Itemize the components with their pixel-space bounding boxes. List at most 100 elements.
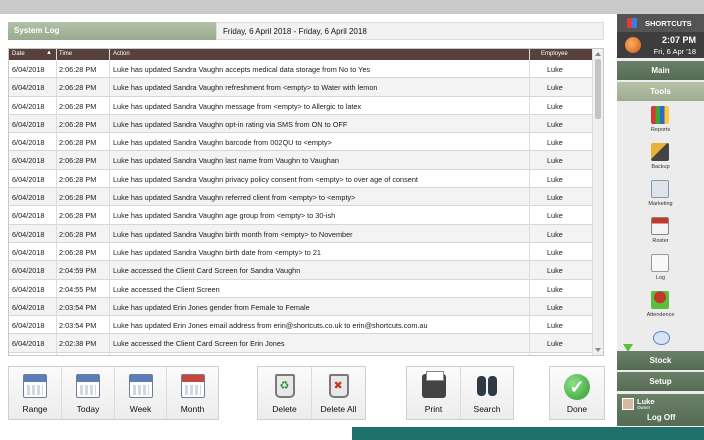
checkmark-icon: ✓ — [564, 374, 590, 400]
table-row[interactable]: 6/04/2018 2:02:38 PM Luke accessed the Cli… — [9, 334, 593, 353]
tool-log[interactable]: Log — [617, 252, 704, 288]
log-table: Date ▲ Time Action Employee 6/04/2018 2:0… — [8, 48, 604, 356]
table-row[interactable]: 6/04/2018 2:04:59 PM Luke accessed the Cli… — [9, 261, 593, 280]
current-date: Fri, 6 Apr '18 — [653, 47, 696, 56]
week-button[interactable]: Week — [115, 367, 167, 419]
nav-main-button[interactable]: Main — [617, 61, 704, 80]
table-row[interactable]: 6/04/2018 2:06:28 PM Luke has updated Sand… — [9, 243, 593, 262]
bottom-strip — [352, 427, 704, 440]
table-row[interactable]: 6/04/2018 2:06:28 PM Luke has updated Sand… — [9, 78, 593, 97]
table-row[interactable]: 6/04/2018 2:06:28 PM Luke has updated Sand… — [9, 206, 593, 225]
cell-action: Luke has updated Sandra Vaughn age group… — [113, 211, 336, 221]
nav-setup-button[interactable]: Setup — [617, 372, 704, 391]
user-box[interactable]: Luke Owner Log Off — [617, 394, 704, 426]
cell-date: 6/04/2018 — [12, 174, 45, 184]
calendar-range-icon — [23, 374, 47, 398]
scroll-down-icon[interactable] — [595, 348, 601, 352]
table-row[interactable]: 6/04/2018 2:03:54 PM Luke has updated Erin… — [9, 316, 593, 335]
month-label: Month — [180, 404, 205, 414]
cell-action: Luke has updated Sandra Vaughn barcode f… — [113, 138, 332, 148]
delete-button[interactable]: Delete — [258, 367, 312, 419]
col-header-action[interactable]: Action — [113, 51, 130, 57]
brand-bar: SHORTCUTS — [617, 14, 704, 32]
range-button[interactable]: Range — [9, 367, 62, 419]
done-group: ✓ Done — [549, 366, 605, 420]
cell-employee: Luke — [547, 247, 563, 257]
cell-date: 6/04/2018 — [12, 138, 45, 148]
window-top-strip — [0, 0, 704, 14]
search-button[interactable]: Search — [461, 367, 513, 419]
table-row[interactable]: 6/04/2018 2:06:28 PM Luke has updated Sand… — [9, 188, 593, 207]
cell-date: 6/04/2018 — [12, 266, 45, 276]
delete-group: Delete Delete All — [257, 366, 366, 420]
delete-all-button[interactable]: Delete All — [312, 367, 365, 419]
vertical-scrollbar[interactable] — [592, 49, 603, 355]
tool-attendence[interactable]: Attendence — [617, 289, 704, 325]
backup-icon — [651, 143, 669, 161]
cell-date: 6/04/2018 — [12, 65, 45, 74]
scroll-up-icon[interactable] — [595, 52, 601, 56]
scroll-thumb[interactable] — [595, 59, 601, 119]
print-search-group: Print Search — [406, 366, 514, 420]
chat-bubble-icon[interactable] — [653, 331, 670, 345]
table-row[interactable]: 6/04/2018 2:03:54 PM Luke has updated Erin… — [9, 297, 593, 317]
nav-stock-button[interactable]: Stock — [617, 351, 704, 370]
tool-reports[interactable]: Reports — [617, 104, 704, 140]
col-header-time[interactable]: Time — [59, 51, 72, 57]
bar-chart-icon — [651, 106, 669, 124]
date-range[interactable]: Friday, 6 April 2018 - Friday, 6 April 2… — [216, 22, 604, 40]
cell-action: Luke has updated Sandra Vaughn opt-in ra… — [113, 119, 348, 129]
table-row[interactable]: 6/04/2018 2:06:28 PM Luke has updated Sand… — [9, 224, 593, 243]
col-header-employee[interactable]: Employee — [541, 51, 568, 57]
table-row[interactable]: 6/04/2018 2:06:28 PM Luke has updated Sand… — [9, 170, 593, 189]
tool-label: Attendence — [646, 312, 675, 318]
table-row[interactable]: 6/04/2018 2:04:55 PM Luke accessed the Cli… — [9, 280, 593, 298]
calendar-week-icon — [128, 374, 153, 398]
table-row[interactable]: 6/04/2018 2:06:28 PM Luke has updated Sand… — [9, 133, 593, 152]
attendance-icon — [651, 291, 669, 309]
today-button[interactable]: Today — [62, 367, 115, 419]
tool-roster[interactable]: Roster — [617, 215, 704, 251]
done-label: Done — [566, 404, 588, 414]
cell-employee: Luke — [547, 101, 563, 111]
cell-employee: Luke — [547, 339, 563, 349]
cell-time: 2:06:28 PM — [59, 174, 97, 184]
recycle-bin-icon — [274, 374, 295, 398]
cell-action: Luke has updated Sandra Vaughn message f… — [113, 101, 362, 111]
cell-employee: Luke — [547, 156, 563, 166]
log-icon — [651, 254, 669, 272]
cell-action: Luke has updated Erin Jones gender from … — [113, 302, 310, 312]
cell-time: 2:06:28 PM — [59, 83, 97, 93]
cell-time: 2:02:38 PM — [59, 339, 97, 349]
table-row[interactable]: 6/04/2018 2:06:28 PM Luke has updated Sand… — [9, 114, 593, 134]
tool-backup[interactable]: Backup — [617, 141, 704, 177]
date-filter-group: Range Today Week Month — [8, 366, 219, 420]
cell-date: 6/04/2018 — [12, 229, 45, 239]
delete-all-bin-icon — [328, 374, 349, 398]
table-row[interactable]: 6/04/2018 2:06:28 PM Luke has updated Sand… — [9, 151, 593, 170]
cell-time: 2:06:28 PM — [59, 247, 97, 257]
log-header: System Log Friday, 6 April 2018 - Friday… — [8, 22, 604, 40]
current-time: 2:07 PM — [661, 35, 696, 45]
cell-time: 2:03:54 PM — [59, 302, 97, 312]
marketing-icon — [651, 180, 669, 198]
cell-employee: Luke — [547, 229, 563, 239]
cell-action: Luke has updated Sandra Vaughn referred … — [113, 193, 356, 203]
done-button[interactable]: ✓ Done — [550, 367, 604, 419]
nav-tools-button[interactable]: Tools — [617, 82, 704, 101]
sort-asc-icon[interactable]: ▲ — [46, 50, 52, 56]
tool-label: Roster — [652, 238, 669, 244]
logoff-button[interactable]: Log Off — [647, 413, 675, 422]
tool-marketing[interactable]: Marketing — [617, 178, 704, 214]
month-button[interactable]: Month — [167, 367, 218, 419]
cell-time: 2:06:28 PM — [59, 156, 97, 166]
page-title: System Log — [8, 22, 216, 40]
cell-action: Luke has updated Erin Jones email addres… — [113, 321, 428, 331]
cell-employee: Luke — [547, 193, 563, 203]
cell-date: 6/04/2018 — [12, 119, 45, 129]
table-row[interactable]: 6/04/2018 2:06:28 PM Luke has updated Sand… — [9, 97, 593, 115]
table-row[interactable]: 6/04/2018 2:06:28 PM Luke has updated Sand… — [9, 60, 593, 79]
col-header-date[interactable]: Date — [12, 51, 25, 57]
table-row[interactable] — [9, 353, 593, 355]
print-button[interactable]: Print — [407, 367, 461, 419]
